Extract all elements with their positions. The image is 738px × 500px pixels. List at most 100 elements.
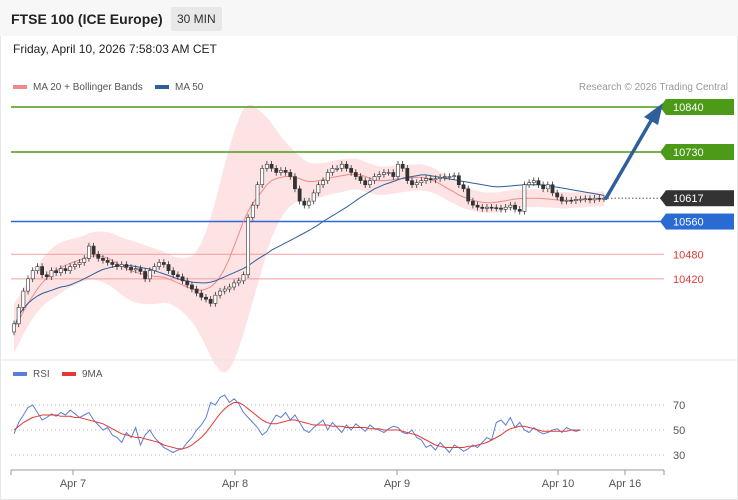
candle-body — [54, 270, 59, 273]
candle-body — [335, 168, 339, 170]
candle-body — [358, 176, 363, 181]
candle-body — [316, 184, 321, 194]
candle-body — [115, 264, 119, 267]
candle-body — [204, 296, 208, 300]
candle-body — [550, 184, 555, 194]
candle-body — [260, 168, 265, 186]
candle-body — [494, 207, 499, 209]
candle-body — [297, 188, 302, 202]
legend-swatch-9ma — [62, 372, 76, 376]
candle-body — [147, 270, 152, 280]
candle-body — [353, 172, 358, 177]
level-tag-arrow-10730 — [660, 144, 666, 160]
candle-body — [143, 271, 148, 280]
candle-body — [63, 268, 68, 271]
candle-body — [16, 307, 21, 325]
candle-body — [175, 274, 180, 278]
candle-body — [279, 170, 283, 173]
candle-body — [222, 288, 227, 292]
candle-body — [367, 180, 372, 186]
candle-body — [597, 197, 602, 200]
candle-body — [485, 206, 489, 209]
candle-body — [119, 264, 124, 267]
candle-body — [574, 199, 578, 201]
candle-body — [185, 280, 190, 286]
candle-body — [161, 262, 166, 265]
x-tick-label: Apr 10 — [542, 478, 574, 490]
legend-label-ma20: MA 20 + Bollinger Bands — [33, 82, 143, 93]
candle-body — [227, 286, 232, 290]
candle-body — [391, 172, 396, 177]
candle-body — [40, 266, 44, 276]
candle-body — [475, 204, 480, 208]
candle-body — [269, 163, 274, 169]
candle-body — [246, 217, 251, 276]
candle-body — [522, 184, 527, 212]
candle-body — [438, 177, 443, 179]
level-tag-arrow-10560 — [660, 213, 666, 230]
candle-body — [377, 174, 382, 177]
legend-swatch-rsi — [13, 372, 27, 376]
candle-body — [77, 262, 82, 265]
candle-body — [583, 198, 588, 200]
price-chart: MA 20 + Bollinger Bands MA 50 Research © 2… — [0, 82, 738, 490]
candle-body — [588, 198, 592, 201]
level-tag-arrow-10617 — [660, 190, 666, 207]
candle-body — [213, 294, 218, 304]
candle-body — [49, 270, 54, 278]
candle-body — [470, 200, 475, 206]
candle-body — [513, 204, 517, 210]
candle-body — [30, 270, 35, 280]
candle-body — [578, 198, 583, 201]
candle-body — [456, 175, 461, 186]
x-tick-label: Apr 9 — [384, 478, 410, 490]
level-label-10730: 10730 — [673, 147, 704, 159]
candle-body — [208, 298, 213, 304]
level-label-10420: 10420 — [673, 274, 704, 286]
candle-body — [101, 258, 105, 261]
candle-body — [138, 268, 143, 272]
rsi-tick-50: 50 — [673, 425, 685, 437]
candle-body — [105, 260, 110, 263]
candle-body — [564, 199, 569, 202]
candle-body — [396, 163, 400, 177]
candle-body — [508, 204, 513, 208]
candle-body — [236, 280, 241, 284]
candle-body — [82, 258, 87, 263]
candle-body — [110, 262, 115, 265]
candle-body — [35, 266, 40, 271]
candle-body — [255, 184, 260, 206]
candle-body — [461, 184, 466, 190]
candle-body — [232, 282, 236, 288]
legend-label-9ma: 9MA — [82, 369, 103, 380]
candle-body — [363, 180, 368, 186]
candle-body — [129, 267, 133, 271]
candle-body — [250, 204, 255, 218]
candle-body — [480, 206, 485, 209]
candle-body — [157, 262, 162, 267]
candle-body — [489, 206, 494, 209]
candle-body — [344, 163, 349, 169]
candle-body — [68, 266, 73, 271]
candle-body — [72, 264, 77, 267]
candle-body — [12, 323, 16, 333]
candle-body — [241, 274, 246, 282]
candle-body — [194, 288, 199, 294]
candle-body — [372, 176, 377, 181]
x-tick-label: Apr 8 — [222, 478, 248, 490]
candle-body — [419, 180, 424, 183]
candle-body — [541, 184, 546, 190]
legend-swatch-ma50 — [155, 85, 169, 89]
candle-body — [592, 197, 597, 201]
level-label-10617: 10617 — [673, 193, 704, 205]
forecast-arrow-line — [604, 117, 654, 200]
candle-body — [293, 176, 297, 190]
legend-label-rsi: RSI — [33, 369, 50, 380]
level-label-10560: 10560 — [673, 217, 704, 229]
level-label-10840: 10840 — [673, 102, 704, 114]
candle-body — [288, 172, 293, 177]
candle-body — [517, 208, 522, 212]
candle-body — [499, 207, 503, 210]
candle-body — [190, 284, 194, 290]
candle-body — [311, 192, 316, 202]
